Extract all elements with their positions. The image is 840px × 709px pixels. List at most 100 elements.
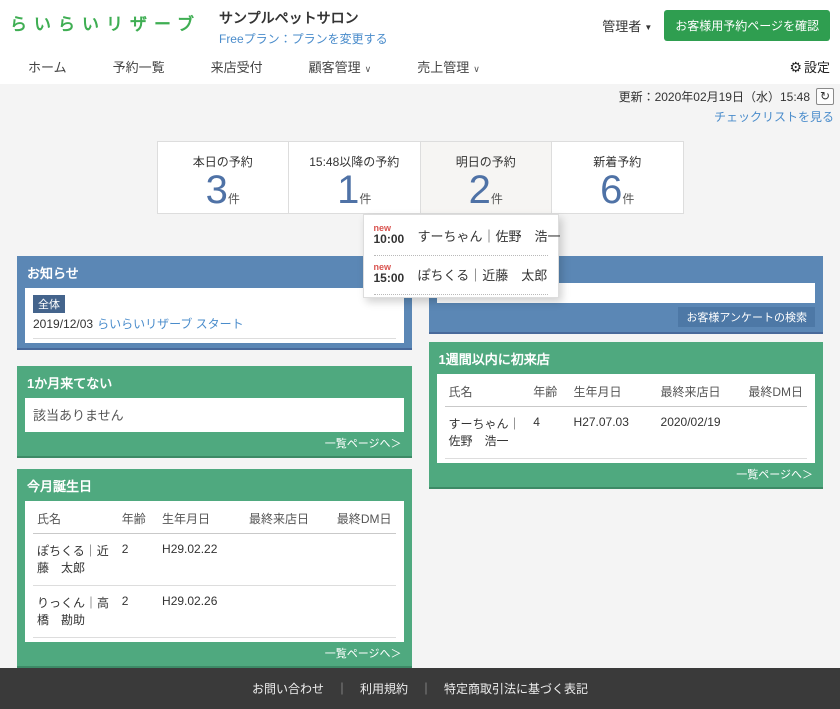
birthday-body: 氏名 年齢 生年月日 最終来店日 最終DM日 ぽちくる｜近藤 太郎 2	[25, 501, 404, 642]
reservation-customer-name: すーちゃん｜佐野 浩一	[418, 226, 561, 245]
cell-birth: H27.07.03	[570, 407, 657, 459]
stat-card-today[interactable]: 本日の予約 3件	[157, 141, 290, 214]
cell-last-dm	[333, 534, 396, 586]
table-row[interactable]: りっくん｜高橋 勘助 2 H29.02.26	[33, 586, 396, 638]
list-page-link[interactable]: 一覧ページへ＞	[736, 469, 813, 481]
cell-birth: H29.02.22	[158, 534, 245, 586]
refresh-button[interactable]: ↻	[816, 88, 834, 105]
dashboard-panels: お知らせ 全体 2019/12/03らいらいリザーブ スタート 1か月来てない …	[0, 256, 840, 668]
admin-menu-label: 管理者	[602, 19, 641, 34]
admin-menu[interactable]: 管理者▼	[602, 16, 652, 35]
table-row[interactable]: ぽちくる｜近藤 太郎 2 H29.02.22	[33, 534, 396, 586]
customer-reserve-page-button[interactable]: お客様用予約ページを確認	[664, 10, 830, 41]
first-visit-table: 氏名 年齢 生年月日 最終来店日 最終DM日 すーちゃん｜佐野 浩一 4	[445, 379, 808, 459]
cell-last-dm	[333, 586, 396, 638]
birthday-table: 氏名 年齢 生年月日 最終来店日 最終DM日 ぽちくる｜近藤 太郎 2	[33, 506, 396, 638]
reservation-popover-item[interactable]: new 15:00 ぽちくる｜近藤 太郎	[374, 256, 548, 295]
footer-link-law[interactable]: 特定商取引法に基づく表記	[444, 680, 588, 697]
reservation-popover-item[interactable]: new 10:00 すーちゃん｜佐野 浩一	[374, 217, 548, 256]
stat-card-tomorrow[interactable]: 明日の予約 2件	[420, 141, 553, 214]
first-visit-body: 氏名 年齢 生年月日 最終来店日 最終DM日 すーちゃん｜佐野 浩一 4	[437, 374, 816, 463]
list-page-link[interactable]: 一覧ページへ＞	[325, 648, 402, 660]
panel-footer: 一覧ページへ＞	[25, 642, 404, 662]
updated-at-label: 更新：2020年02月19日（水）15:48	[619, 88, 810, 105]
table-header-row: 氏名 年齢 生年月日 最終来店日 最終DM日	[33, 506, 396, 534]
page-footer: お問い合わせ ｜ 利用規約 ｜ 特定商取引法に基づく表記	[0, 668, 840, 709]
chevron-down-icon: ∨	[365, 64, 372, 74]
footer-link-terms[interactable]: 利用規約	[360, 680, 408, 697]
no-visit-panel: 1か月来てない 該当ありません 一覧ページへ＞	[17, 366, 412, 458]
left-column: お知らせ 全体 2019/12/03らいらいリザーブ スタート 1か月来てない …	[17, 256, 412, 668]
announcement-link[interactable]: らいらいリザーブ スタート	[97, 317, 244, 331]
footer-separator: ｜	[336, 680, 348, 697]
cell-last-visit	[245, 534, 333, 586]
app-header: らいらいリザーブ サンプルペットサロン Freeプラン：プランを変更する 管理者…	[0, 0, 840, 51]
stat-card-count: 3	[206, 170, 228, 210]
settings-button[interactable]: ⚙設定	[789, 57, 830, 76]
col-header-age: 年齢	[118, 506, 158, 534]
col-header-birth: 生年月日	[570, 379, 657, 407]
panel-footer: 一覧ページへ＞	[437, 463, 816, 483]
footer-separator: ｜	[420, 680, 432, 697]
stat-card-count: 6	[600, 170, 622, 210]
announcements-body: 全体 2019/12/03らいらいリザーブ スタート	[25, 288, 404, 343]
nav-item-customers[interactable]: 顧客管理 ∨	[309, 57, 372, 76]
nav-item-sales-label: 売上管理	[417, 60, 469, 75]
main-content: 更新：2020年02月19日（水）15:48 ↻ チェックリストを見る 本日の予…	[0, 84, 840, 668]
cell-age: 2	[118, 534, 158, 586]
cell-name: ぽちくる｜近藤 太郎	[33, 534, 118, 586]
footer-link-contact[interactable]: お問い合わせ	[252, 680, 324, 697]
stat-card-after-now[interactable]: 15:48以降の予約 1件	[288, 141, 421, 214]
nav-item-checkin[interactable]: 来店受付	[211, 57, 263, 76]
stat-cards-area: 本日の予約 3件 15:48以降の予約 1件 明日の予約 2件 新着予約 6件 …	[157, 141, 684, 214]
panel-title: 1週間以内に初来店	[439, 349, 816, 368]
table-row[interactable]: すーちゃん｜佐野 浩一 4 H27.07.03 2020/02/19	[445, 407, 808, 459]
plan-change-link[interactable]: Freeプラン：プランを変更する	[219, 30, 388, 47]
cell-last-visit	[245, 586, 333, 638]
reservation-time-block: new 15:00	[374, 263, 412, 285]
nav-item-customers-label: 顧客管理	[309, 60, 361, 75]
reservation-time: 15:00	[374, 272, 412, 285]
cell-last-dm	[744, 407, 807, 459]
panel-title: お知らせ	[27, 263, 404, 282]
col-header-last-dm: 最終DM日	[333, 506, 396, 534]
cell-last-visit: 2020/02/19	[657, 407, 745, 459]
reservation-customer-name: ぽちくる｜近藤 太郎	[418, 265, 548, 284]
main-nav: ホーム 予約一覧 来店受付 顧客管理 ∨ 売上管理∨ ⚙設定	[0, 51, 840, 84]
reservation-time: 10:00	[374, 233, 412, 246]
caret-down-icon: ▼	[644, 23, 652, 32]
app-logo[interactable]: らいらいリザーブ	[10, 10, 201, 35]
stat-cards-row: 本日の予約 3件 15:48以降の予約 1件 明日の予約 2件 新着予約 6件	[157, 141, 684, 214]
survey-footer: お客様アンケートの検索	[437, 307, 816, 327]
col-header-last-visit: 最終来店日	[245, 506, 333, 534]
reservation-popover: new 10:00 すーちゃん｜佐野 浩一 new 15:00 ぽちくる｜近藤 …	[363, 214, 559, 298]
panel-footer: 一覧ページへ＞	[25, 432, 404, 452]
stat-card-count: 1	[337, 170, 359, 210]
first-visit-panel: 1週間以内に初来店 氏名 年齢 生年月日 最終来店日 最終DM日	[429, 342, 824, 489]
scope-badge: 全体	[33, 295, 65, 313]
col-header-last-dm: 最終DM日	[744, 379, 807, 407]
nav-item-sales[interactable]: 売上管理∨	[417, 57, 480, 76]
cell-name: すーちゃん｜佐野 浩一	[445, 407, 530, 459]
nav-item-reservations[interactable]: 予約一覧	[113, 57, 165, 76]
empty-text: 該当ありません	[33, 403, 396, 428]
checklist-link[interactable]: チェックリストを見る	[0, 108, 840, 125]
cell-age: 4	[529, 407, 569, 459]
reservation-time-block: new 10:00	[374, 224, 412, 246]
cell-birth: H29.02.26	[158, 586, 245, 638]
list-page-link[interactable]: 一覧ページへ＞	[325, 438, 402, 450]
col-header-name: 氏名	[445, 379, 530, 407]
header-right: 管理者▼ お客様用予約ページを確認	[602, 10, 830, 41]
panel-title: 今月誕生日	[27, 476, 404, 495]
shop-block: サンプルペットサロン Freeプラン：プランを変更する	[219, 8, 388, 47]
survey-search-link[interactable]: お客様アンケートの検索	[678, 307, 815, 327]
col-header-name: 氏名	[33, 506, 118, 534]
nav-item-home[interactable]: ホーム	[28, 57, 67, 76]
cell-age: 2	[118, 586, 158, 638]
stat-card-new[interactable]: 新着予約 6件	[551, 141, 684, 214]
col-header-birth: 生年月日	[158, 506, 245, 534]
no-visit-body: 該当ありません	[25, 398, 404, 432]
stat-card-unit: 件	[228, 192, 240, 206]
settings-label: 設定	[804, 60, 830, 75]
stat-card-unit: 件	[622, 192, 634, 206]
